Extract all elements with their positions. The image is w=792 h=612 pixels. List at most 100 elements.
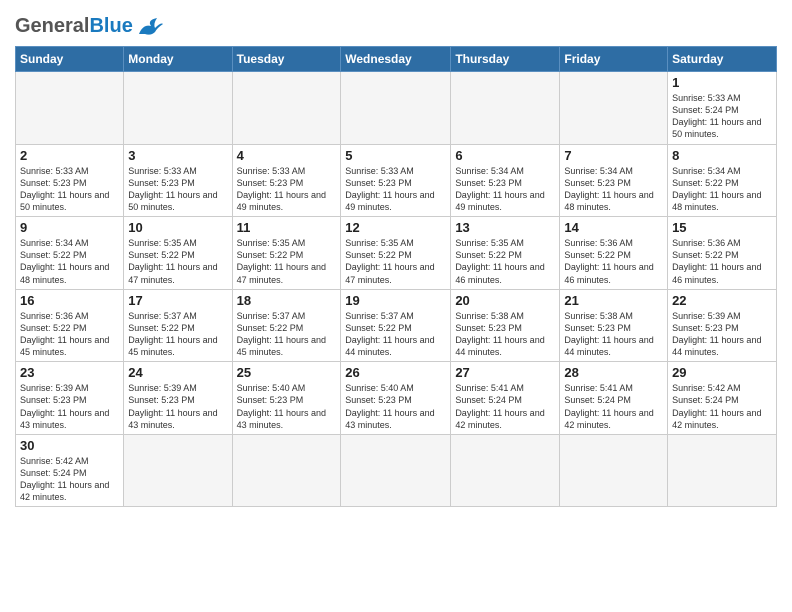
day-number: 23 <box>20 365 119 380</box>
day-number: 27 <box>455 365 555 380</box>
calendar-day-cell: 7Sunrise: 5:34 AMSunset: 5:23 PMDaylight… <box>560 144 668 217</box>
day-info: Sunrise: 5:33 AMSunset: 5:23 PMDaylight:… <box>128 165 227 214</box>
day-info: Sunrise: 5:42 AMSunset: 5:24 PMDaylight:… <box>672 382 772 431</box>
calendar-day-cell: 12Sunrise: 5:35 AMSunset: 5:22 PMDayligh… <box>341 217 451 290</box>
day-info: Sunrise: 5:35 AMSunset: 5:22 PMDaylight:… <box>237 237 337 286</box>
weekday-header-wednesday: Wednesday <box>341 47 451 72</box>
weekday-header-saturday: Saturday <box>668 47 777 72</box>
calendar-week-row: 16 Sunrise: 5:36 AMSunset: 5:22 PMDayligh… <box>16 289 777 362</box>
calendar-day-cell: 16 Sunrise: 5:36 AMSunset: 5:22 PMDayligh… <box>16 289 124 362</box>
day-info: Sunrise: 5:37 AMSunset: 5:22 PMDaylight:… <box>128 310 227 359</box>
calendar-day-cell <box>341 434 451 507</box>
day-number: 19 <box>345 293 446 308</box>
logo-blue-text: Blue <box>89 15 132 38</box>
day-number: 28 <box>564 365 663 380</box>
day-info: Sunrise: 5:39 AMSunset: 5:23 PMDaylight:… <box>20 382 119 431</box>
day-info: Sunrise: 5:33 AMSunset: 5:23 PMDaylight:… <box>20 165 119 214</box>
weekday-header-friday: Friday <box>560 47 668 72</box>
calendar-day-cell: 10 Sunrise: 5:35 AMSunset: 5:22 PMDayligh… <box>124 217 232 290</box>
calendar-day-cell: 25 Sunrise: 5:40 AMSunset: 5:23 PMDayligh… <box>232 362 341 435</box>
day-number: 30 <box>20 438 119 453</box>
day-info: Sunrise: 5:37 AMSunset: 5:22 PMDaylight:… <box>237 310 337 359</box>
calendar-day-cell <box>451 72 560 145</box>
day-number: 21 <box>564 293 663 308</box>
day-number: 29 <box>672 365 772 380</box>
day-info: Sunrise: 5:41 AMSunset: 5:24 PMDaylight:… <box>564 382 663 431</box>
day-number: 20 <box>455 293 555 308</box>
day-number: 14 <box>564 220 663 235</box>
day-number: 25 <box>237 365 337 380</box>
day-number: 1 <box>672 75 772 90</box>
calendar-day-cell: 21 Sunrise: 5:38 AMSunset: 5:23 PMDayligh… <box>560 289 668 362</box>
day-number: 15 <box>672 220 772 235</box>
calendar-day-cell: 20 Sunrise: 5:38 AMSunset: 5:23 PMDayligh… <box>451 289 560 362</box>
calendar-day-cell: 17 Sunrise: 5:37 AMSunset: 5:22 PMDayligh… <box>124 289 232 362</box>
calendar-day-cell <box>124 434 232 507</box>
day-info: Sunrise: 5:37 AMSunset: 5:22 PMDaylight:… <box>345 310 446 359</box>
day-info: Sunrise: 5:35 AMSunset: 5:22 PMDaylight:… <box>455 237 555 286</box>
day-info: Sunrise: 5:39 AMSunset: 5:23 PMDaylight:… <box>128 382 227 431</box>
calendar-day-cell: 26Sunrise: 5:40 AMSunset: 5:23 PMDayligh… <box>341 362 451 435</box>
day-info: Sunrise: 5:41 AMSunset: 5:24 PMDaylight:… <box>455 382 555 431</box>
calendar-day-cell: 11 Sunrise: 5:35 AMSunset: 5:22 PMDayligh… <box>232 217 341 290</box>
calendar-day-cell: 28 Sunrise: 5:41 AMSunset: 5:24 PMDayligh… <box>560 362 668 435</box>
day-number: 6 <box>455 148 555 163</box>
day-number: 16 <box>20 293 119 308</box>
day-info: Sunrise: 5:33 AMSunset: 5:23 PMDaylight:… <box>345 165 446 214</box>
calendar-day-cell <box>560 434 668 507</box>
day-info: Sunrise: 5:35 AMSunset: 5:22 PMDaylight:… <box>128 237 227 286</box>
day-info: Sunrise: 5:38 AMSunset: 5:23 PMDaylight:… <box>455 310 555 359</box>
weekday-header-row: SundayMondayTuesdayWednesdayThursdayFrid… <box>16 47 777 72</box>
day-info: Sunrise: 5:39 AMSunset: 5:23 PMDaylight:… <box>672 310 772 359</box>
day-info: Sunrise: 5:40 AMSunset: 5:23 PMDaylight:… <box>345 382 446 431</box>
calendar-day-cell: 6Sunrise: 5:34 AMSunset: 5:23 PMDaylight… <box>451 144 560 217</box>
day-number: 13 <box>455 220 555 235</box>
calendar-day-cell <box>668 434 777 507</box>
day-number: 2 <box>20 148 119 163</box>
day-info: Sunrise: 5:42 AMSunset: 5:24 PMDaylight:… <box>20 455 119 504</box>
calendar-day-cell: 9 Sunrise: 5:34 AMSunset: 5:22 PMDaylight… <box>16 217 124 290</box>
weekday-header-sunday: Sunday <box>16 47 124 72</box>
calendar-day-cell: 5 Sunrise: 5:33 AMSunset: 5:23 PMDaylight… <box>341 144 451 217</box>
calendar-day-cell: 24 Sunrise: 5:39 AMSunset: 5:23 PMDayligh… <box>124 362 232 435</box>
day-number: 22 <box>672 293 772 308</box>
calendar-day-cell: 2 Sunrise: 5:33 AMSunset: 5:23 PMDaylight… <box>16 144 124 217</box>
calendar-week-row: 23 Sunrise: 5:39 AMSunset: 5:23 PMDayligh… <box>16 362 777 435</box>
day-number: 8 <box>672 148 772 163</box>
day-number: 17 <box>128 293 227 308</box>
day-info: Sunrise: 5:36 AMSunset: 5:22 PMDaylight:… <box>20 310 119 359</box>
calendar-day-cell: 23 Sunrise: 5:39 AMSunset: 5:23 PMDayligh… <box>16 362 124 435</box>
weekday-header-tuesday: Tuesday <box>232 47 341 72</box>
calendar-day-cell: 29 Sunrise: 5:42 AMSunset: 5:24 PMDayligh… <box>668 362 777 435</box>
calendar-day-cell: 15 Sunrise: 5:36 AMSunset: 5:22 PMDayligh… <box>668 217 777 290</box>
calendar-day-cell <box>341 72 451 145</box>
calendar-day-cell: 13 Sunrise: 5:35 AMSunset: 5:22 PMDayligh… <box>451 217 560 290</box>
day-number: 9 <box>20 220 119 235</box>
day-info: Sunrise: 5:34 AMSunset: 5:22 PMDaylight:… <box>20 237 119 286</box>
day-number: 12 <box>345 220 446 235</box>
day-info: Sunrise: 5:34 AMSunset: 5:22 PMDaylight:… <box>672 165 772 214</box>
day-number: 5 <box>345 148 446 163</box>
calendar-day-cell <box>451 434 560 507</box>
calendar-day-cell: 8 Sunrise: 5:34 AMSunset: 5:22 PMDaylight… <box>668 144 777 217</box>
day-info: Sunrise: 5:38 AMSunset: 5:23 PMDaylight:… <box>564 310 663 359</box>
day-number: 24 <box>128 365 227 380</box>
day-number: 10 <box>128 220 227 235</box>
logo-general-text: General <box>15 15 89 38</box>
day-number: 4 <box>237 148 337 163</box>
calendar-day-cell: 1 Sunrise: 5:33 AMSunset: 5:24 PMDaylight… <box>668 72 777 145</box>
weekday-header-monday: Monday <box>124 47 232 72</box>
weekday-header-thursday: Thursday <box>451 47 560 72</box>
calendar-day-cell: 19 Sunrise: 5:37 AMSunset: 5:22 PMDayligh… <box>341 289 451 362</box>
day-number: 3 <box>128 148 227 163</box>
calendar-day-cell <box>16 72 124 145</box>
calendar-week-row: 9 Sunrise: 5:34 AMSunset: 5:22 PMDaylight… <box>16 217 777 290</box>
day-info: Sunrise: 5:33 AMSunset: 5:24 PMDaylight:… <box>672 92 772 141</box>
day-info: Sunrise: 5:36 AMSunset: 5:22 PMDaylight:… <box>564 237 663 286</box>
day-info: Sunrise: 5:36 AMSunset: 5:22 PMDaylight:… <box>672 237 772 286</box>
day-number: 11 <box>237 220 337 235</box>
calendar-week-row: 30 Sunrise: 5:42 AMSunset: 5:24 PMDayligh… <box>16 434 777 507</box>
calendar-day-cell <box>232 72 341 145</box>
calendar-day-cell: 3 Sunrise: 5:33 AMSunset: 5:23 PMDaylight… <box>124 144 232 217</box>
day-info: Sunrise: 5:40 AMSunset: 5:23 PMDaylight:… <box>237 382 337 431</box>
